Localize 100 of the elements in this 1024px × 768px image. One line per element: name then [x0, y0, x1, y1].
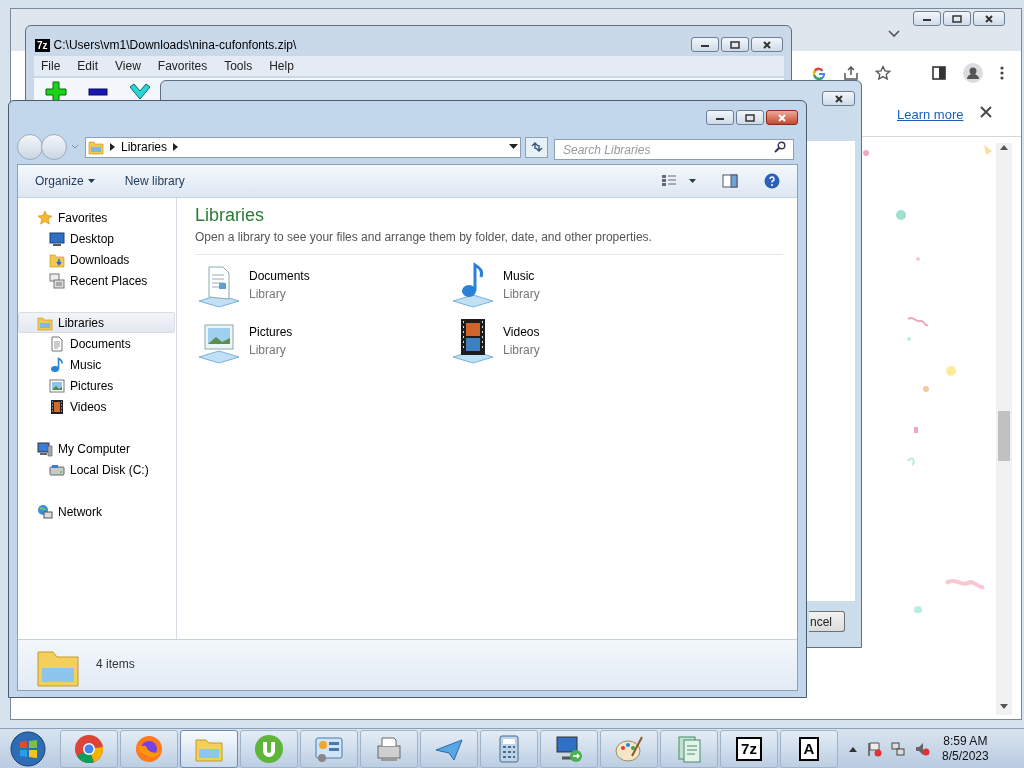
nav-item[interactable]: Favorites — [18, 207, 175, 228]
nav-item[interactable]: Documents — [18, 333, 175, 354]
nav-label: My Computer — [58, 440, 131, 458]
search-engine-icon — [811, 65, 827, 81]
taskbar-button[interactable] — [60, 729, 118, 768]
minimize-button[interactable] — [706, 110, 734, 125]
clock-time[interactable]: 8:59 AM — [943, 733, 988, 749]
organize-button[interactable]: Organize — [35, 172, 95, 190]
search-icon — [774, 140, 786, 153]
taskbar-button[interactable] — [300, 729, 358, 768]
menu-item[interactable]: Edit — [77, 57, 99, 75]
menu-item[interactable]: Help — [269, 57, 294, 75]
taskbar-button[interactable] — [480, 729, 538, 768]
nav-label: Libraries — [58, 314, 105, 332]
folder-icon — [49, 251, 65, 268]
nav-item[interactable]: Downloads — [18, 249, 175, 270]
nav-item[interactable]: Recent Places — [18, 270, 175, 291]
share-icon — [843, 65, 859, 81]
maximize-button[interactable] — [736, 110, 764, 125]
minimize-button[interactable] — [691, 37, 719, 52]
menu-item[interactable]: File — [41, 57, 61, 75]
refresh-icon — [529, 141, 544, 153]
film-icon — [49, 398, 65, 415]
maximize-icon — [745, 113, 755, 122]
music-note-icon — [49, 356, 65, 373]
minimize-button[interactable] — [913, 11, 941, 26]
chevron-right-icon — [110, 143, 115, 151]
nav-label: Network — [58, 503, 102, 521]
taskbar-button[interactable]: 7z — [720, 729, 778, 768]
folder-icon — [37, 314, 53, 331]
breadcrumb[interactable]: Libraries — [121, 138, 168, 156]
search-field[interactable]: Search Libraries — [554, 139, 794, 160]
network-icon — [890, 740, 906, 757]
close-button[interactable] — [973, 11, 1005, 26]
nav-item[interactable]: Local Disk (C:) — [18, 459, 175, 480]
nav-item[interactable]: Pictures — [18, 375, 175, 396]
view-options-icon — [661, 174, 677, 188]
help-icon — [764, 173, 780, 189]
cancel-button[interactable]: ncel — [809, 611, 845, 632]
nav-item[interactable]: Videos — [18, 396, 175, 417]
nav-label: Downloads — [70, 251, 130, 269]
dropdown-icon — [71, 144, 79, 150]
taskbar-button[interactable] — [600, 729, 658, 768]
nav-label: Videos — [70, 398, 107, 416]
close-button[interactable] — [751, 37, 783, 52]
refresh-button[interactable] — [525, 136, 548, 158]
close-icon — [984, 14, 994, 23]
taskbar-button[interactable] — [120, 729, 178, 768]
taskbar-button[interactable] — [180, 729, 238, 768]
nav-label: Desktop — [70, 230, 115, 248]
menu-item[interactable]: View — [115, 57, 141, 75]
clock-date[interactable]: 8/5/2023 — [942, 748, 989, 764]
close-icon — [762, 40, 772, 49]
library-name[interactable]: Documents — [249, 267, 310, 285]
browser-icon — [134, 733, 164, 764]
nav-item[interactable]: Desktop — [18, 228, 175, 249]
page-description: Open a library to see your files and arrange them by folder, date, and other properties. — [195, 228, 783, 255]
star-icon — [875, 65, 891, 81]
taskbar-button[interactable] — [540, 729, 598, 768]
close-button[interactable] — [766, 110, 798, 125]
app-logo: A — [798, 736, 820, 761]
start-orb-icon — [10, 730, 46, 767]
chevron-down-icon — [887, 29, 901, 39]
library-name[interactable]: Pictures — [249, 323, 293, 341]
app-logo: 7z — [35, 38, 50, 52]
start-button[interactable] — [8, 729, 48, 768]
close-button[interactable] — [822, 91, 855, 106]
page-heading: Libraries — [195, 204, 266, 226]
maximize-button[interactable] — [721, 37, 749, 52]
maximize-icon — [730, 40, 740, 49]
monitor-icon — [49, 230, 65, 247]
remote-desktop-icon — [554, 733, 584, 764]
nav-item[interactable]: Network — [18, 501, 175, 522]
scroll-up-icon — [999, 143, 1009, 151]
nav-label: Music — [70, 356, 102, 374]
side-panel-icon — [931, 65, 947, 81]
preview-pane-icon — [722, 174, 738, 188]
more-icon — [999, 65, 1005, 81]
caret-icon — [689, 179, 696, 183]
nav-label: Pictures — [70, 377, 114, 395]
address-bar[interactable]: Libraries — [85, 136, 521, 158]
taskbar-button[interactable]: A — [780, 729, 838, 768]
nav-label: Recent Places — [70, 272, 148, 290]
menu-item[interactable]: Tools — [224, 57, 253, 75]
scrollbar-thumb[interactable] — [998, 411, 1010, 461]
library-name[interactable]: Videos — [503, 323, 540, 341]
nav-label: Local Disk (C:) — [70, 461, 149, 479]
nav-item[interactable]: Libraries — [18, 312, 175, 333]
library-name[interactable]: Music — [503, 267, 540, 285]
dropdown-icon — [509, 144, 518, 150]
new-library-button[interactable]: New library — [124, 172, 185, 190]
learn-more-link[interactable]: Learn more — [897, 105, 964, 125]
picture-icon — [49, 377, 65, 394]
taskbar-button[interactable] — [420, 729, 478, 768]
nav-item[interactable]: Music — [18, 354, 175, 375]
nav-item[interactable]: My Computer — [18, 438, 175, 459]
maximize-button[interactable] — [943, 11, 971, 26]
profile-icon — [963, 63, 983, 83]
menu-item[interactable]: Favorites — [157, 57, 208, 75]
close-icon — [980, 106, 992, 118]
